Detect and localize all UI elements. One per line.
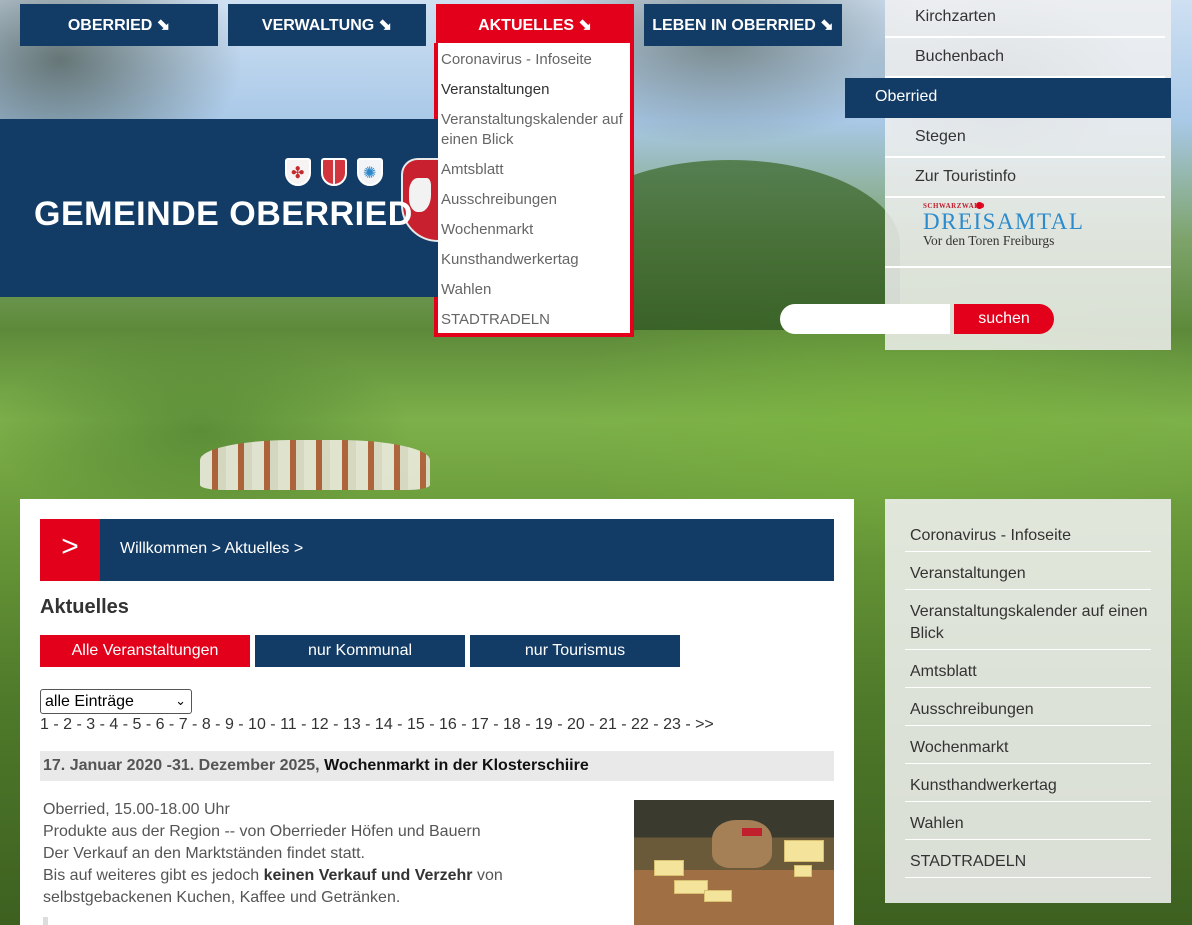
dropdown-item-wochenmarkt[interactable]: Wochenmarkt	[441, 215, 627, 245]
entry-header[interactable]: 17. Januar 2020 -31. Dezember 2025, Woch…	[40, 751, 834, 781]
nav-verwaltung[interactable]: VERWALTUNG ⬊	[228, 4, 426, 46]
nav-aktuelles[interactable]: AKTUELLES ⬊	[436, 4, 634, 46]
logo-sub-text: Vor den Toren Freiburgs	[923, 233, 1055, 248]
side-item-kunsthandwerkertag[interactable]: Kunsthandwerkertag	[905, 769, 1151, 802]
dropdown-item-veranstaltungen[interactable]: Veranstaltungen	[441, 75, 627, 105]
dropdown-item-amtsblatt[interactable]: Amtsblatt	[441, 155, 627, 185]
dropdown-item-kunsthandwerkertag[interactable]: Kunsthandwerkertag	[441, 245, 627, 275]
search-button[interactable]: suchen	[954, 304, 1054, 334]
dropdown-item-ausschreibungen[interactable]: Ausschreibungen	[441, 185, 627, 215]
crest-icon	[321, 158, 347, 186]
cheese-piece	[674, 880, 708, 894]
dropdown-item-wahlen[interactable]: Wahlen	[441, 275, 627, 305]
main-navigation: OBERRIED ⬊ VERWALTUNG ⬊ AKTUELLES ⬊ LEBE…	[20, 4, 852, 46]
entry-image[interactable]	[634, 800, 834, 925]
main-content: > Willkommen > Aktuelles > Aktuelles All…	[20, 499, 854, 925]
side-item-coronavirus[interactable]: Coronavirus - Infoseite	[905, 519, 1151, 552]
filter-kommunal-button[interactable]: nur Kommunal	[255, 635, 465, 667]
aktuelles-dropdown: Coronavirus - Infoseite Veranstaltungen …	[434, 43, 634, 337]
filter-tourismus-button[interactable]: nur Tourismus	[470, 635, 680, 667]
breadcrumb: > Willkommen > Aktuelles >	[40, 519, 834, 581]
cheese-piece	[654, 860, 684, 876]
background-village	[200, 440, 430, 490]
logo-main-text: DREISAMTAL	[923, 209, 1085, 234]
cheese-piece	[784, 840, 824, 862]
breadcrumb-text[interactable]: Willkommen > Aktuelles >	[120, 540, 303, 558]
cheese-piece	[794, 865, 812, 877]
site-title[interactable]: GEMEINDE OBERRIED	[34, 195, 413, 234]
pagination[interactable]: 1 - 2 - 3 - 4 - 5 - 6 - 7 - 8 - 9 - 10 -…	[40, 716, 714, 734]
entry-title[interactable]: Wochenmarkt in der Klosterschiire	[324, 757, 589, 774]
entry-line: Bis auf weiteres gibt es jedoch keinen V…	[43, 867, 503, 884]
cheese-piece	[704, 890, 732, 902]
entry-line: Der Verkauf an den Marktständen findet s…	[43, 845, 365, 862]
dropdown-item-coronavirus[interactable]: Coronavirus - Infoseite	[441, 45, 627, 75]
entries-select-value: alle Einträge	[45, 693, 134, 710]
town-item-touristinfo[interactable]: Zur Touristinfo	[885, 158, 1165, 198]
nav-oberried[interactable]: OBERRIED ⬊	[20, 4, 218, 46]
town-item-buchenbach[interactable]: Buchenbach	[885, 38, 1165, 78]
page-title: Aktuelles	[40, 596, 129, 618]
search-input[interactable]	[780, 304, 950, 334]
filter-alle-button[interactable]: Alle Veranstaltungen	[40, 635, 250, 667]
cheese-board	[634, 870, 834, 925]
town-item-oberried[interactable]: Oberried	[845, 78, 1171, 118]
dreisamtal-logo[interactable]: SCHWARZWALD DREISAMTAL Vor den Toren Fre…	[923, 200, 1103, 260]
side-item-veranstaltungen[interactable]: Veranstaltungen	[905, 557, 1151, 590]
side-item-stadtradeln[interactable]: STADTRADELN	[905, 845, 1151, 878]
nav-leben-in-oberried[interactable]: LEBEN IN OBERRIED ⬊	[644, 4, 842, 46]
town-item-stegen[interactable]: Stegen	[885, 118, 1165, 158]
side-item-amtsblatt[interactable]: Amtsblatt	[905, 655, 1151, 688]
entry-line: Produkte aus der Region -- von Oberriede…	[43, 823, 481, 840]
side-item-wochenmarkt[interactable]: Wochenmarkt	[905, 731, 1151, 764]
side-item-veranstaltungskalender[interactable]: Veranstaltungskalender auf einen Blick	[905, 595, 1151, 650]
entry-line: selbstgebackenen Kuchen, Kaffee und Getr…	[43, 889, 401, 906]
breadcrumb-arrow-icon: >	[40, 519, 100, 581]
entry-date: 17. Januar 2020 -31. Dezember 2025,	[43, 757, 320, 774]
entry-line: Oberried, 15.00-18.00 Uhr	[43, 801, 230, 818]
divider	[885, 266, 1171, 268]
town-item-kirchzarten[interactable]: Kirchzarten	[885, 0, 1165, 38]
cow-scarf	[742, 828, 762, 836]
entries-select[interactable]: alle Einträge ⌄	[40, 689, 192, 714]
dropdown-item-veranstaltungskalender[interactable]: Veranstaltungskalender auf einen Blick	[441, 105, 627, 155]
town-menu: Kirchzarten Buchenbach Oberried Stegen Z…	[845, 0, 1171, 350]
side-item-wahlen[interactable]: Wahlen	[905, 807, 1151, 840]
crest-icon	[285, 158, 311, 186]
chevron-down-icon: ⌄	[175, 693, 186, 708]
entry-body: Oberried, 15.00-18.00 Uhr Produkte aus d…	[43, 799, 603, 909]
side-item-ausschreibungen[interactable]: Ausschreibungen	[905, 693, 1151, 726]
side-menu: Coronavirus - Infoseite Veranstaltungen …	[885, 499, 1171, 903]
divider	[43, 917, 48, 925]
dropdown-item-stadtradeln[interactable]: STADTRADELN	[441, 305, 627, 335]
logo-dot-icon	[976, 202, 983, 209]
crest-icon	[357, 158, 383, 186]
